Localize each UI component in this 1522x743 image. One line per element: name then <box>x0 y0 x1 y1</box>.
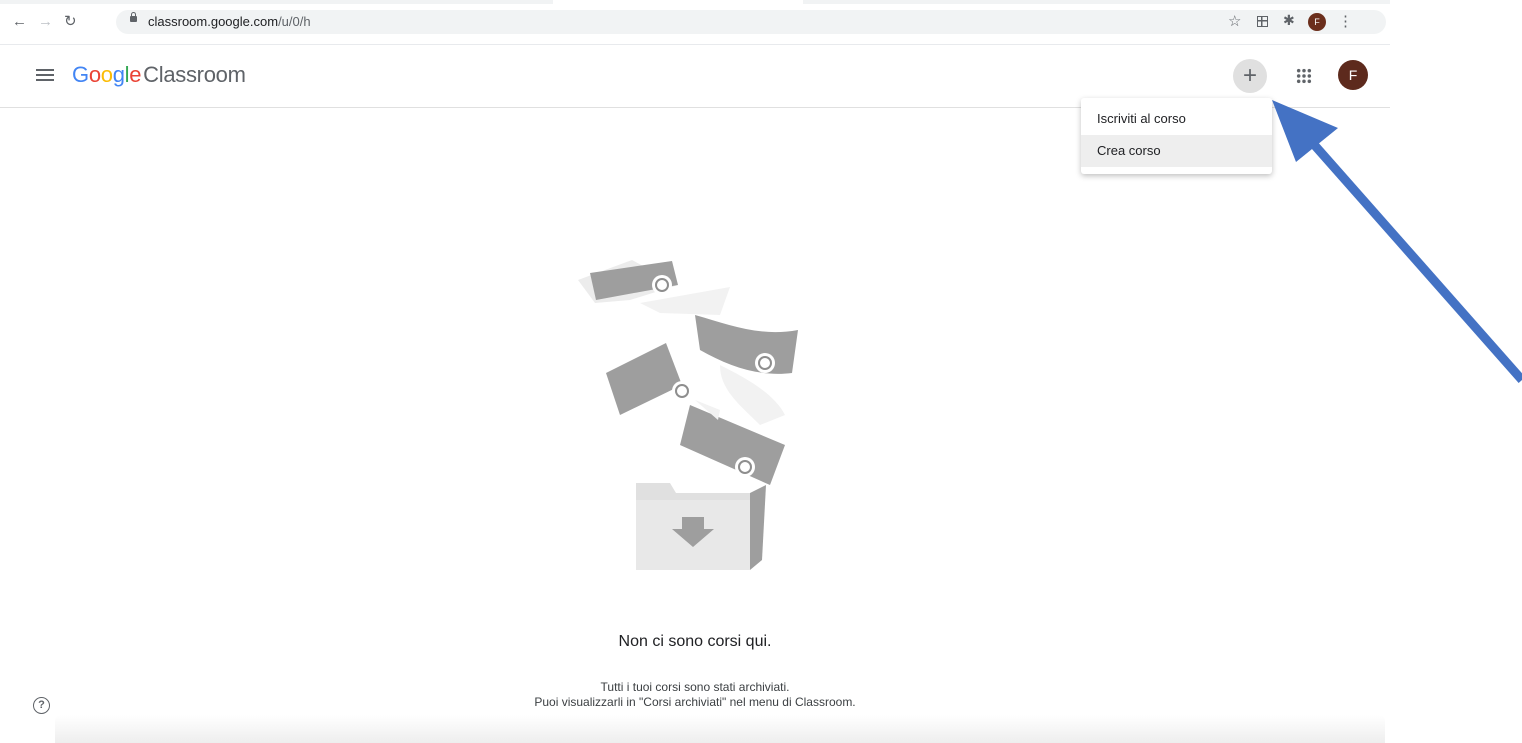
plus-button[interactable]: + <box>1233 59 1267 93</box>
logo-product-name: Classroom <box>143 62 246 87</box>
logo-letter: e <box>129 62 142 87</box>
create-join-menu: Iscriviti al corso Crea corso <box>1081 98 1272 174</box>
star-icon[interactable]: ☆ <box>1228 12 1241 30</box>
help-icon[interactable]: ? <box>33 697 50 714</box>
tab-strip <box>0 0 1390 4</box>
menu-item-create-class[interactable]: Crea corso <box>1081 135 1272 167</box>
account-avatar[interactable]: F <box>1338 60 1368 90</box>
active-tab[interactable] <box>553 0 803 4</box>
empty-state-line: Tutti i tuoi corsi sono stati archiviati… <box>600 680 790 694</box>
address-bar[interactable]: classroom.google.com/u/0/h ☆ ✱ F ⋮ <box>116 10 1386 34</box>
logo-letter: g <box>112 62 125 87</box>
forward-arrow-icon[interactable]: → <box>38 13 53 31</box>
url-text[interactable]: classroom.google.com/u/0/h <box>148 14 311 29</box>
browser-toolbar: ← → ↻ classroom.google.com/u/0/h ☆ ✱ F ⋮ <box>0 0 1390 45</box>
arrow-head <box>1272 100 1338 162</box>
logo-letter: o <box>100 62 113 87</box>
google-apps-icon[interactable] <box>1296 68 1312 84</box>
puzzle-icon[interactable]: ✱ <box>1283 12 1295 29</box>
back-arrow-icon[interactable]: ← <box>12 13 27 31</box>
menu-item-join-class[interactable]: Iscriviti al corso <box>1081 103 1272 135</box>
empty-classes-illustration <box>578 260 798 570</box>
extension-grid-icon[interactable] <box>1257 16 1268 27</box>
profile-avatar[interactable]: F <box>1308 13 1326 31</box>
empty-state-title: Non ci sono corsi qui. <box>618 633 772 650</box>
arrow-shaft <box>1306 137 1522 383</box>
logo-letter: G <box>72 62 89 87</box>
lock-icon[interactable] <box>130 12 137 22</box>
google-classroom-logo[interactable]: GoogleClassroom <box>72 61 246 89</box>
reload-icon[interactable]: ↻ <box>64 13 77 31</box>
empty-state-description: Tutti i tuoi corsi sono stati archiviati… <box>0 680 1390 710</box>
hamburger-menu-icon[interactable] <box>36 69 54 81</box>
annotation-arrow <box>1272 100 1522 383</box>
url-path: /u/0/h <box>278 14 311 29</box>
empty-state-line: Puoi visualizzarli in "Corsi archiviati"… <box>534 695 856 709</box>
bottom-shadow <box>55 715 1385 743</box>
logo-letter: o <box>88 62 101 87</box>
kebab-menu-icon[interactable]: ⋮ <box>1338 12 1353 30</box>
url-host: classroom.google.com <box>148 14 279 29</box>
